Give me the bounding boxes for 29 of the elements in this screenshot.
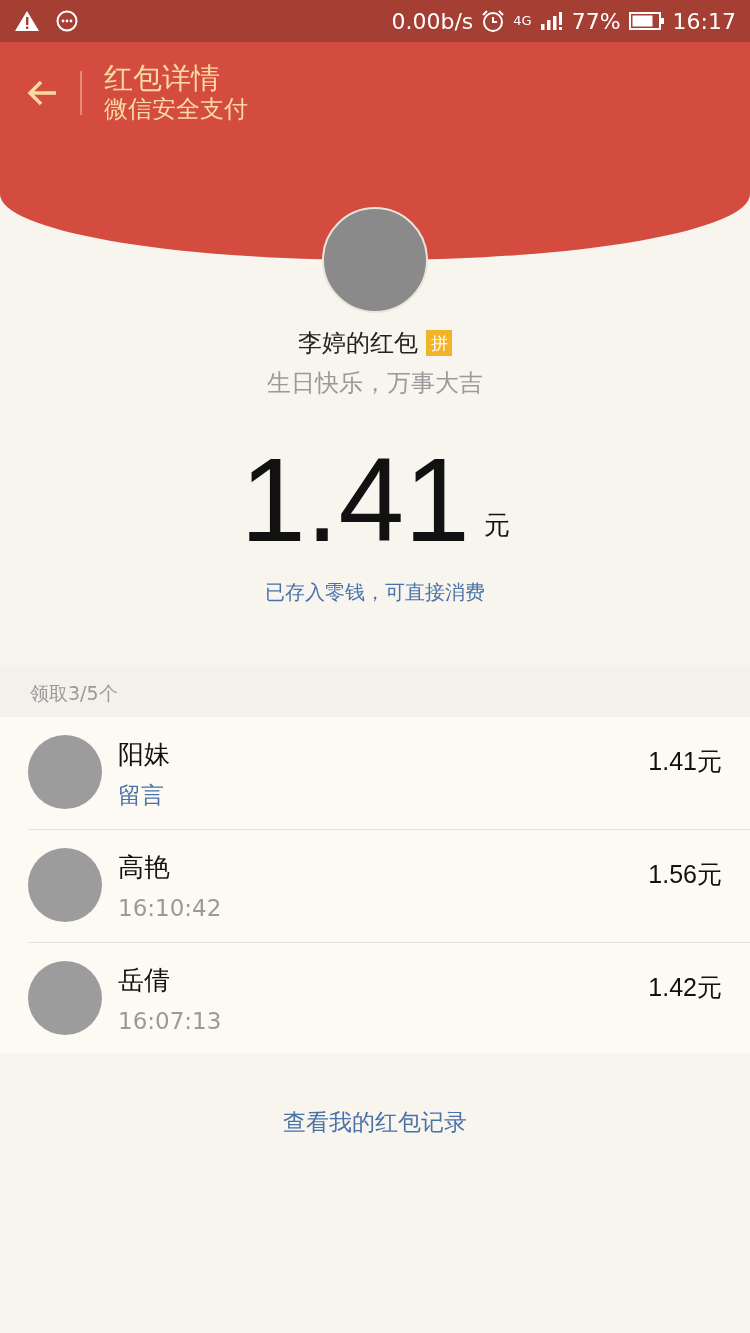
claimer-name: 阳妹 bbox=[118, 738, 171, 771]
claim-time: 16:07:13 bbox=[118, 1007, 223, 1036]
signal-icon bbox=[539, 11, 564, 31]
network-type: 4G bbox=[513, 12, 532, 31]
claim-amount: 1.41元 bbox=[648, 746, 722, 777]
claimer-name: 高艳 bbox=[118, 851, 171, 884]
warning-icon bbox=[14, 10, 40, 32]
page-subtitle: 微信安全支付 bbox=[104, 95, 248, 125]
more-icon bbox=[56, 10, 78, 32]
claim-time: 16:10:42 bbox=[118, 894, 223, 923]
claims-count: 领取3/5个 bbox=[0, 665, 750, 717]
network-speed: 0.00b/s bbox=[391, 7, 474, 36]
claim-amount: 1.56元 bbox=[648, 859, 722, 890]
balance-link[interactable]: 已存入零钱，可直接消费 bbox=[265, 577, 485, 607]
greeting-text: 生日快乐，万事大吉 bbox=[267, 368, 483, 399]
sender-name: 李婷的红包 bbox=[298, 328, 418, 359]
message-link[interactable]: 留言 bbox=[118, 778, 649, 813]
battery-icon bbox=[628, 11, 665, 31]
page-title: 红包详情 bbox=[104, 62, 221, 96]
alarm-icon bbox=[481, 9, 506, 33]
battery-percent: 77% bbox=[571, 7, 621, 36]
back-button[interactable] bbox=[26, 79, 58, 108]
records-link[interactable]: 查看我的红包记录 bbox=[283, 1105, 467, 1140]
clock-time: 16:17 bbox=[672, 7, 736, 36]
claim-amount: 1.42元 bbox=[648, 972, 722, 1003]
amount-unit: 元 bbox=[483, 509, 510, 542]
group-badge: 拼 bbox=[426, 330, 452, 356]
amount-value: 1.41 bbox=[240, 441, 470, 559]
claimer-name: 岳倩 bbox=[118, 964, 171, 997]
